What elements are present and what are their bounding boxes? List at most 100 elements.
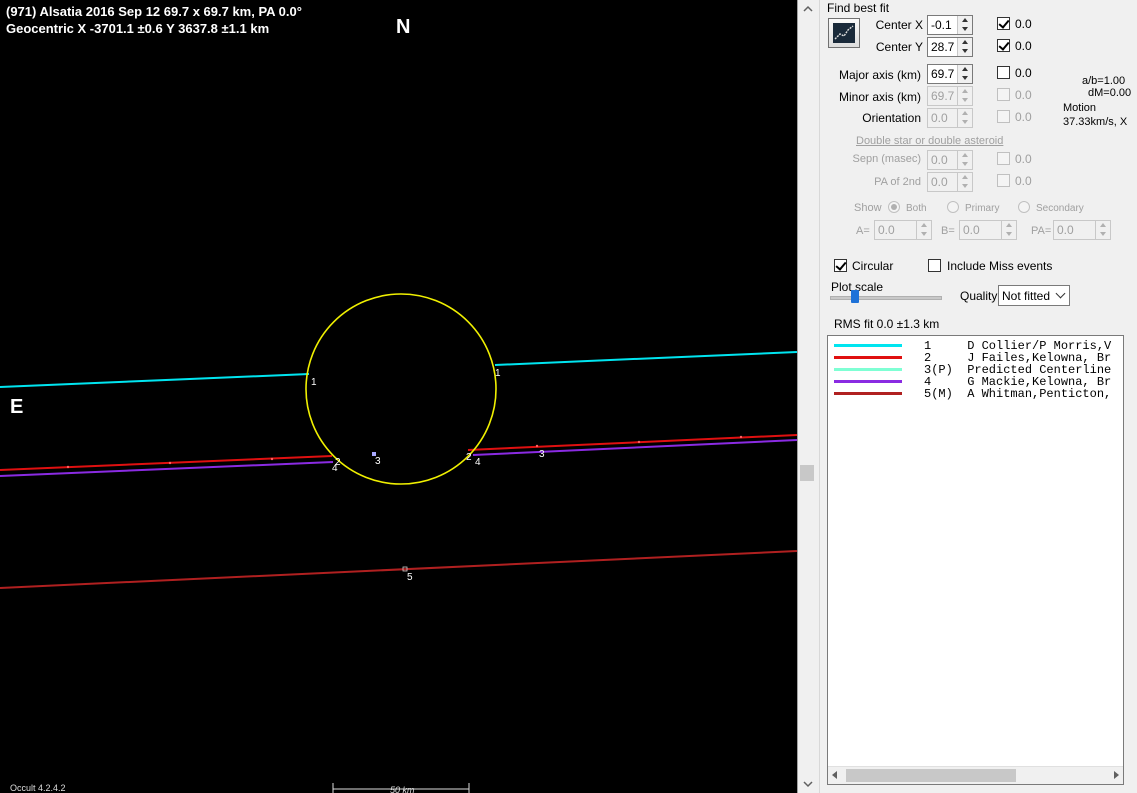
spin-arrows-icon[interactable] — [957, 38, 972, 56]
slider-track — [830, 296, 942, 300]
legend-swatch — [834, 380, 902, 383]
center-x-stepper[interactable]: -0.1 — [927, 15, 973, 35]
pa-stepper[interactable]: 0.0 — [1053, 220, 1111, 240]
minor-axis-step: 0.0 — [1015, 88, 1032, 102]
slider-thumb[interactable] — [851, 290, 859, 303]
spin-arrows-icon[interactable] — [957, 87, 972, 105]
sepn-stepper[interactable]: 0.0 — [927, 150, 973, 170]
legend-row[interactable]: 1 D Collier/P Morris,V — [828, 339, 1123, 353]
pa2-checkbox[interactable] — [997, 174, 1010, 187]
show-both-label: Both — [906, 203, 927, 214]
chevron-down-icon — [1055, 288, 1066, 299]
vertical-scrollbar[interactable] — [797, 0, 820, 793]
pa2-value: 0.0 — [931, 175, 948, 189]
spin-arrows-icon[interactable] — [957, 151, 972, 169]
chord-1-right — [494, 351, 797, 366]
center-y-stepper[interactable]: 28.7 — [927, 37, 973, 57]
major-axis-stepper[interactable]: 69.7 — [927, 64, 973, 84]
double-star-link[interactable]: Double star or double asteroid — [856, 135, 1003, 147]
plot-canvas: 1 1 2 2 3 3 4 4 5 — [0, 293, 797, 793]
circular-checkbox[interactable] — [834, 259, 847, 272]
minor-axis-value: 69.7 — [931, 89, 955, 103]
orientation-label: Orientation — [862, 111, 921, 125]
find-best-fit-label: Find best fit — [827, 1, 890, 15]
plot-geocentric-position: Geocentric X -3701.1 ±0.6 Y 3637.8 ±1.1 … — [6, 21, 270, 36]
show-secondary-radio[interactable] — [1018, 201, 1030, 213]
motion-value: 37.33km/s, X — [1063, 116, 1128, 128]
chord-label-1b: 1 — [495, 368, 501, 379]
show-both-radio[interactable] — [888, 201, 900, 213]
spin-arrows-icon[interactable] — [957, 173, 972, 191]
center-y-step: 0.0 — [1015, 39, 1032, 53]
legend-row[interactable]: 4 G Mackie,Kelowna, Br — [828, 375, 1123, 389]
scroll-right-icon[interactable] — [1114, 771, 1119, 779]
show-primary-radio[interactable] — [947, 201, 959, 213]
circular-label: Circular — [852, 259, 894, 273]
sepn-step: 0.0 — [1015, 152, 1032, 166]
scroll-left-icon[interactable] — [832, 771, 837, 779]
legend-swatch — [834, 368, 902, 371]
chord-label-5: 5 — [407, 572, 413, 583]
pa2-stepper[interactable]: 0.0 — [927, 172, 973, 192]
show-secondary-label: Secondary — [1036, 203, 1084, 214]
chord-label-3a: 3 — [375, 456, 381, 467]
chord-label-2b: 2 — [466, 452, 472, 463]
legend-row[interactable]: 3(P) Predicted Centerline — [828, 363, 1123, 377]
quality-value: Not fitted — [1002, 289, 1051, 303]
b-label: B= — [941, 225, 955, 237]
quality-select[interactable]: Not fitted — [998, 285, 1070, 306]
a-label: A= — [856, 225, 870, 237]
scroll-thumb[interactable] — [846, 769, 1016, 782]
axis-ratio: a/b=1.00 — [1082, 75, 1126, 87]
minor-axis-stepper[interactable]: 69.7 — [927, 86, 973, 106]
chord-4-left — [0, 461, 334, 477]
sepn-checkbox[interactable] — [997, 152, 1010, 165]
occultation-plot[interactable]: 1 1 2 2 3 3 4 4 5 (971) Alsatia 2016 Sep… — [0, 0, 797, 793]
pa2-step: 0.0 — [1015, 174, 1032, 188]
center-y-value: 28.7 — [931, 40, 955, 54]
spin-arrows-icon[interactable] — [1095, 221, 1110, 239]
legend-swatch — [834, 392, 902, 395]
spin-arrows-icon[interactable] — [916, 221, 931, 239]
east-indicator: E — [10, 396, 24, 418]
major-axis-step: 0.0 — [1015, 66, 1032, 80]
orientation-step: 0.0 — [1015, 110, 1032, 124]
minor-axis-checkbox[interactable] — [997, 88, 1010, 101]
spin-arrows-icon[interactable] — [957, 16, 972, 34]
plot-scale-slider[interactable] — [830, 290, 942, 306]
legend-swatch — [834, 356, 902, 359]
chord-2-left — [0, 455, 333, 471]
legend-horizontal-scrollbar[interactable] — [828, 766, 1123, 784]
fit-control-panel: Find best fit Center X -0.1 0.0 Center Y… — [820, 0, 1137, 793]
version-label: Occult 4.2.4.2 — [10, 783, 66, 793]
observer-legend-list[interactable]: 1 D Collier/P Morris,V 2 J Failes,Kelown… — [827, 335, 1124, 785]
motion-label: Motion — [1063, 102, 1097, 114]
a-stepper[interactable]: 0.0 — [874, 220, 932, 240]
legend-swatch — [834, 344, 902, 347]
plot-title: (971) Alsatia 2016 Sep 12 69.7 x 69.7 km… — [6, 4, 302, 19]
scale-bar-label: 50 km — [390, 785, 415, 793]
scroll-thumb[interactable] — [800, 465, 814, 481]
orientation-value: 0.0 — [931, 111, 948, 125]
center-y-checkbox[interactable] — [997, 39, 1010, 52]
major-axis-checkbox[interactable] — [997, 66, 1010, 79]
spin-arrows-icon[interactable] — [957, 65, 972, 83]
rms-fit-label: RMS fit 0.0 ±1.3 km — [834, 317, 940, 331]
include-miss-checkbox[interactable] — [928, 259, 941, 272]
legend-row[interactable]: 2 J Failes,Kelowna, Br — [828, 351, 1123, 365]
center-x-checkbox[interactable] — [997, 17, 1010, 30]
spin-arrows-icon[interactable] — [1001, 221, 1016, 239]
spin-arrows-icon[interactable] — [957, 109, 972, 127]
chord-5 — [0, 550, 797, 589]
major-axis-label: Major axis (km) — [838, 68, 921, 82]
legend-row[interactable]: 5(M) A Whitman,Penticton, — [828, 387, 1123, 401]
chord-label-3b: 3 — [539, 449, 545, 460]
scroll-up-icon[interactable] — [801, 2, 815, 16]
b-value: 0.0 — [963, 223, 980, 237]
orientation-checkbox[interactable] — [997, 110, 1010, 123]
show-primary-label: Primary — [965, 203, 1000, 214]
minor-axis-label: Minor axis (km) — [838, 90, 921, 104]
scroll-down-icon[interactable] — [801, 777, 815, 791]
orientation-stepper[interactable]: 0.0 — [927, 108, 973, 128]
b-stepper[interactable]: 0.0 — [959, 220, 1017, 240]
